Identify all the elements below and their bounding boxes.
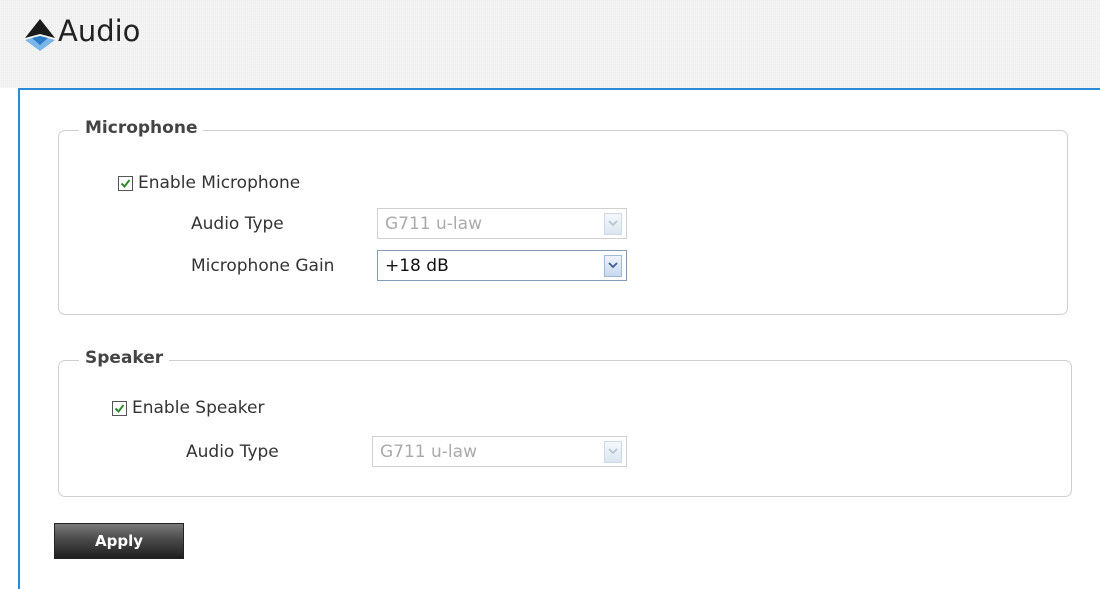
enable-speaker-checkbox[interactable]	[112, 400, 127, 416]
chevron-down-icon	[604, 212, 622, 235]
speaker-audio-type-value: G711 u-law	[380, 441, 477, 462]
mic-audio-type-select: G711 u-law	[377, 208, 627, 239]
brand-logo-icon	[25, 19, 55, 51]
mic-gain-select[interactable]: +18 dB	[377, 250, 627, 281]
page-header: Audio	[0, 0, 1100, 88]
speaker-section: Speaker Enable Speaker Audio Type G711 u…	[58, 348, 1072, 497]
speaker-audio-type-label: Audio Type	[186, 442, 279, 462]
checkmark-icon	[120, 178, 131, 188]
enable-speaker-row[interactable]: Enable Speaker	[112, 398, 264, 418]
checkmark-icon	[114, 403, 125, 413]
speaker-audio-type-select: G711 u-law	[372, 436, 627, 467]
page-title: Audio	[58, 14, 141, 48]
chevron-down-icon[interactable]	[604, 254, 622, 277]
microphone-legend: Microphone	[79, 118, 204, 138]
mic-gain-value: +18 dB	[385, 255, 449, 276]
speaker-legend: Speaker	[79, 348, 170, 368]
enable-microphone-checkbox[interactable]	[118, 175, 133, 191]
enable-microphone-row[interactable]: Enable Microphone	[118, 173, 300, 193]
mic-audio-type-label: Audio Type	[191, 214, 284, 234]
mic-gain-label: Microphone Gain	[191, 256, 335, 276]
enable-microphone-label: Enable Microphone	[138, 173, 301, 193]
apply-button[interactable]: Apply	[54, 523, 184, 559]
enable-speaker-label: Enable Speaker	[132, 398, 265, 418]
chevron-down-icon	[604, 440, 622, 463]
mic-audio-type-value: G711 u-law	[385, 213, 482, 234]
microphone-section: Microphone Enable Microphone Audio Type …	[58, 118, 1068, 315]
